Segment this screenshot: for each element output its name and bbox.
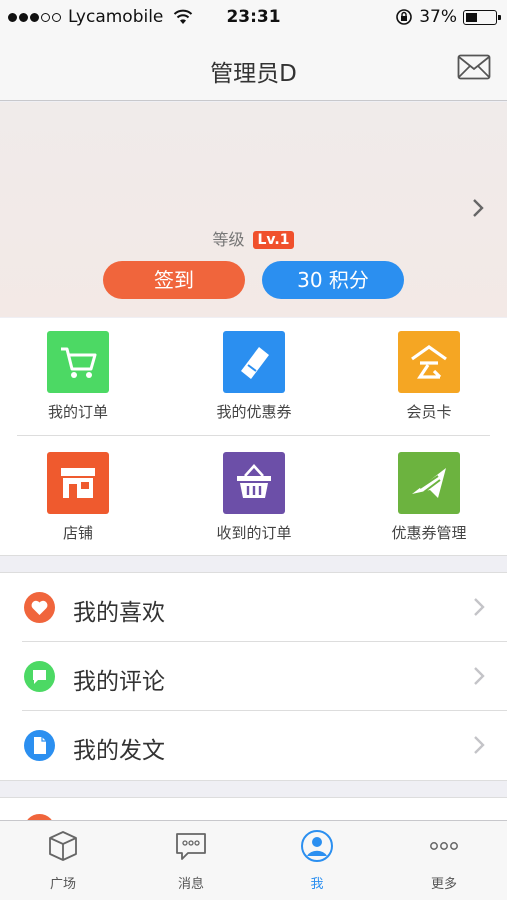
- basket-icon: [223, 452, 285, 514]
- message-icon: [176, 833, 206, 860]
- chevron-right-icon: [474, 667, 485, 685]
- grid-item-label: 收到的订单: [216, 524, 292, 542]
- grid-item-label: 店铺: [62, 524, 93, 542]
- member-card-icon: [398, 331, 460, 393]
- grid-item-label: 我的订单: [47, 403, 108, 421]
- tab-more[interactable]: 更多: [389, 829, 499, 892]
- list-item-label: 我的喜欢: [73, 600, 165, 626]
- heart-icon: [24, 592, 55, 623]
- menu-list: 我的喜欢 我的评论 我的发文: [0, 572, 507, 781]
- page-title: 管理员D: [210, 61, 297, 87]
- grid-item-my-coupons[interactable]: 我的优惠券: [179, 331, 329, 422]
- ticket-icon: [223, 331, 285, 393]
- tab-label: 消息: [177, 877, 204, 892]
- grid-item-label: 会员卡: [406, 403, 452, 421]
- tab-me[interactable]: 我: [262, 829, 372, 892]
- grid-divider: [17, 435, 490, 436]
- chevron-right-icon[interactable]: [471, 198, 485, 218]
- status-bar: Lycamobile 23:31 37%: [0, 0, 507, 36]
- points-button[interactable]: 30 积分: [262, 261, 404, 299]
- chevron-right-icon: [474, 598, 485, 616]
- orientation-lock-icon: [396, 9, 413, 25]
- profile-icon: [301, 830, 333, 862]
- comment-icon: [24, 661, 55, 692]
- grid-item-my-orders[interactable]: 我的订单: [3, 331, 153, 422]
- grid-item-label: 我的优惠券: [216, 403, 292, 421]
- tab-label: 我: [310, 877, 324, 892]
- checkin-button[interactable]: 签到: [103, 261, 245, 299]
- list-item-my-posts[interactable]: 我的发文: [0, 711, 507, 780]
- grid-item-received-orders[interactable]: 收到的订单: [179, 452, 329, 543]
- grid-item-store[interactable]: 店铺: [3, 452, 153, 543]
- grid-item-label: 优惠券管理: [391, 524, 467, 542]
- grid-item-coupon-management[interactable]: 优惠券管理: [354, 452, 504, 543]
- function-grid: 我的订单 我的优惠券 会员卡 店铺 收到的订单 优惠券管理: [0, 318, 507, 556]
- navigation-bar: 管理员D: [0, 36, 507, 101]
- coupon-manage-icon: [398, 452, 460, 514]
- chevron-right-icon: [474, 736, 485, 754]
- grid-item-member-card[interactable]: 会员卡: [354, 331, 504, 422]
- list-item-label: 我的评论: [73, 669, 165, 695]
- tab-plaza[interactable]: 广场: [8, 829, 118, 892]
- tab-bar: 广场 消息 我 更多: [0, 820, 507, 900]
- cube-icon: [49, 831, 77, 861]
- battery-icon: [463, 9, 501, 25]
- store-icon: [47, 452, 109, 514]
- list-item-my-comments[interactable]: 我的评论: [0, 642, 507, 711]
- battery-percent: 37%: [419, 7, 457, 27]
- level-label: 等级: [212, 230, 245, 249]
- level-row: 等级 Lv.1: [0, 226, 507, 250]
- cart-icon: [47, 331, 109, 393]
- mail-icon[interactable]: [457, 54, 491, 80]
- more-icon: [430, 842, 458, 850]
- document-icon: [24, 730, 55, 761]
- list-item-label: 我的发文: [73, 738, 165, 764]
- tab-label: 更多: [430, 877, 457, 892]
- tab-messages[interactable]: 消息: [136, 829, 246, 892]
- tab-label: 广场: [49, 877, 76, 892]
- list-item-my-likes[interactable]: 我的喜欢: [0, 573, 507, 642]
- profile-header[interactable]: 等级 Lv.1 签到 30 积分: [0, 102, 507, 317]
- level-badge: Lv.1: [252, 231, 295, 249]
